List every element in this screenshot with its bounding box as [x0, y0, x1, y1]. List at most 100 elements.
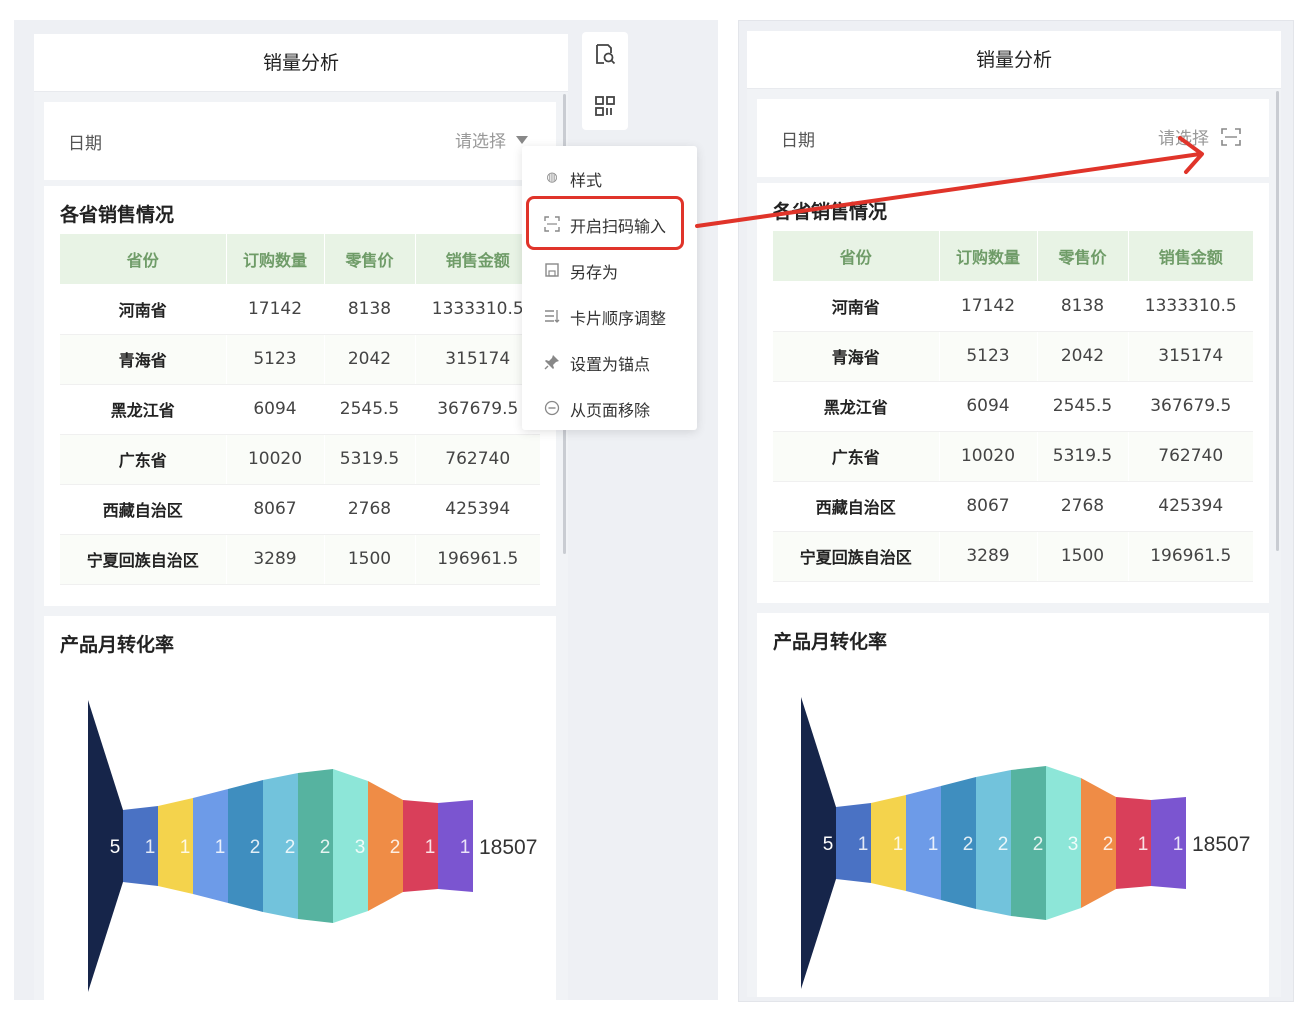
page-title: 销量分析 [34, 34, 568, 92]
scrollbar[interactable] [1276, 91, 1279, 551]
table-cell: 西藏自治区 [60, 484, 226, 535]
funnel-label: 1 [425, 837, 436, 858]
funnel-label: 5 [823, 834, 834, 855]
province-sales-card: 各省销售情况 省份 订购数量 零售价 销售金额 河南省 17142 8138 1… [757, 183, 1269, 603]
table-cell: 1500 [1036, 531, 1128, 582]
table-cell: 2042 [1036, 331, 1128, 382]
scan-icon[interactable] [1221, 128, 1241, 146]
table-cell: 2768 [323, 484, 415, 535]
table-row: 黑龙江省 6094 2545.5 367679.5 [60, 384, 540, 435]
table-row: 青海省 5123 2042 315174 [773, 331, 1253, 382]
date-select[interactable]: 请选择 [1158, 124, 1241, 149]
card-context-menu: ◍ 样式 开启扫码输入 另存为 卡片顺序调整 设置为锚点 从页面移除 [522, 146, 697, 430]
column-header[interactable]: 省份 [773, 231, 939, 281]
chevron-down-icon [516, 136, 528, 144]
column-header[interactable]: 订购数量 [225, 234, 324, 284]
table-row: 河南省 17142 8138 1333310.5 [60, 284, 540, 335]
menu-item-save-as[interactable]: 另存为 [522, 250, 697, 290]
table-cell: 196961.5 [414, 534, 540, 585]
table-cell: 3289 [938, 531, 1037, 582]
table-cell: 2545.5 [323, 384, 415, 435]
table-cell: 6094 [938, 381, 1037, 432]
table-cell: 425394 [414, 484, 540, 535]
conversion-funnel-card: 产品月转化率 5 1 1 1 2 2 2 3 2 1 1 18507 [44, 616, 556, 1000]
funnel-label: 2 [285, 837, 296, 858]
highlight-box [526, 196, 684, 250]
table-title: 各省销售情况 [60, 204, 175, 226]
table-row: 广东省 10020 5319.5 762740 [773, 431, 1253, 482]
column-header[interactable]: 销售金额 [1127, 231, 1253, 281]
table-cell: 宁夏回族自治区 [773, 531, 939, 582]
funnel-label: 3 [1068, 834, 1079, 855]
date-filter-card: 日期 请选择 [757, 99, 1269, 177]
menu-item-set-anchor[interactable]: 设置为锚点 [522, 342, 697, 382]
menu-item-remove[interactable]: 从页面移除 [522, 388, 697, 428]
table-cell: 425394 [1127, 481, 1253, 532]
table-cell: 2042 [323, 334, 415, 385]
table-cell: 6094 [225, 384, 324, 435]
dashboard-app: 销量分析 日期 请选择 各省销售情况 省份 订购数量 零售价 销售金额 河南省 … [747, 31, 1281, 997]
sales-table: 省份 订购数量 零售价 销售金额 河南省 17142 8138 1333310.… [60, 234, 540, 585]
table-header-row: 省份 订购数量 零售价 销售金额 [773, 231, 1253, 281]
table-row: 宁夏回族自治区 3289 1500 196961.5 [60, 534, 540, 585]
table-cell: 17142 [225, 284, 324, 335]
table-cell: 5123 [938, 331, 1037, 382]
date-select-placeholder: 请选择 [1158, 129, 1209, 149]
more-grid-icon[interactable] [593, 94, 617, 118]
menu-item-style[interactable]: ◍ 样式 [522, 158, 697, 198]
table-cell: 5319.5 [1036, 431, 1128, 482]
preview-icon[interactable] [593, 42, 617, 66]
funnel-label: 2 [250, 837, 261, 858]
funnel-chart: 5 1 1 1 2 2 2 3 2 1 1 18507 [801, 697, 1250, 989]
remove-icon [544, 400, 560, 416]
table-cell: 1500 [323, 534, 415, 585]
table-cell: 367679.5 [1127, 381, 1253, 432]
date-select[interactable]: 请选择 [455, 127, 528, 152]
funnel-label: 1 [145, 837, 156, 858]
column-header[interactable]: 订购数量 [938, 231, 1037, 281]
funnel-label: 2 [1103, 834, 1114, 855]
table-cell: 10020 [225, 434, 324, 485]
date-select-placeholder: 请选择 [455, 132, 506, 152]
table-cell: 196961.5 [1127, 531, 1253, 582]
funnel-label: 1 [215, 837, 226, 858]
funnel-label: 2 [963, 834, 974, 855]
column-header[interactable]: 零售价 [323, 234, 415, 284]
table-cell: 河南省 [60, 284, 226, 335]
funnel-label: 1 [180, 837, 191, 858]
right-screenshot: 销量分析 日期 请选择 各省销售情况 省份 订购数量 零售价 销售金额 河南省 … [738, 20, 1294, 1002]
table-cell: 762740 [1127, 431, 1253, 482]
table-cell: 8138 [323, 284, 415, 335]
column-header[interactable]: 省份 [60, 234, 226, 284]
table-cell: 8067 [938, 481, 1037, 532]
funnel-label: 1 [1138, 834, 1149, 855]
sort-icon [544, 308, 560, 324]
table-row: 广东省 10020 5319.5 762740 [60, 434, 540, 485]
table-cell: 5123 [225, 334, 324, 385]
table-header-row: 省份 订购数量 零售价 销售金额 [60, 234, 540, 284]
table-row: 西藏自治区 8067 2768 425394 [60, 484, 540, 535]
table-cell: 河南省 [773, 281, 939, 332]
funnel-label: 1 [928, 834, 939, 855]
table-cell: 广东省 [60, 434, 226, 485]
left-screenshot: 销量分析 日期 请选择 各省销售情况 省份 订购数量 零售价 销售金额 河南省 … [14, 20, 718, 1000]
table-cell: 10020 [938, 431, 1037, 482]
funnel-label: 2 [320, 837, 331, 858]
date-label: 日期 [68, 134, 102, 154]
table-cell: 宁夏回族自治区 [60, 534, 226, 585]
column-header[interactable]: 零售价 [1036, 231, 1128, 281]
table-cell: 2545.5 [1036, 381, 1128, 432]
funnel-label: 1 [893, 834, 904, 855]
pin-icon [544, 354, 560, 370]
table-cell: 黑龙江省 [60, 384, 226, 435]
sales-table: 省份 订购数量 零售价 销售金额 河南省 17142 8138 1333310.… [773, 231, 1253, 582]
funnel-label: 2 [390, 837, 401, 858]
province-sales-card: 各省销售情况 省份 订购数量 零售价 销售金额 河南省 17142 8138 1… [44, 186, 556, 606]
funnel-end-label: 18507 [479, 836, 537, 859]
funnel-label: 2 [1033, 834, 1044, 855]
funnel-label: 2 [998, 834, 1009, 855]
menu-item-card-order[interactable]: 卡片顺序调整 [522, 296, 697, 336]
table-cell: 315174 [1127, 331, 1253, 382]
funnel-end-label: 18507 [1192, 833, 1250, 856]
table-cell: 8067 [225, 484, 324, 535]
